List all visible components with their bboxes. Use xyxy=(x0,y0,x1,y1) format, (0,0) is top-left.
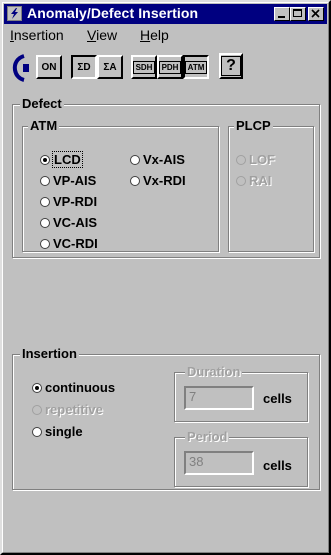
radio-vc-rdi-label: VC-RDI xyxy=(53,236,98,251)
radio-lcd-label: LCD xyxy=(52,151,83,168)
connector-plug-icon xyxy=(12,54,29,82)
radio-lcd[interactable]: LCD xyxy=(40,151,83,168)
period-unit: cells xyxy=(263,458,292,473)
menu-view[interactable]: View xyxy=(87,27,117,43)
maximize-icon xyxy=(293,9,302,17)
help-button[interactable]: ? xyxy=(219,53,243,79)
app-icon[interactable] xyxy=(7,6,22,21)
radio-repetitive[interactable]: repetitive xyxy=(32,402,103,417)
radio-vp-rdi[interactable]: VP-RDI xyxy=(40,194,97,209)
radio-vp-rdi-label: VP-RDI xyxy=(53,194,98,209)
radio-single[interactable]: single xyxy=(32,424,83,439)
radio-single-label: single xyxy=(45,424,83,439)
app-window: Anomaly/Defect Insertion Insertion View … xyxy=(0,0,331,555)
radio-indicator xyxy=(130,154,140,165)
duration-input[interactable] xyxy=(189,389,249,404)
pdh-label: PDH xyxy=(158,60,182,74)
menu-bar: Insertion View Help xyxy=(4,25,327,45)
radio-vx-rdi-label: Vx-RDI xyxy=(143,173,186,188)
title-bar[interactable]: Anomaly/Defect Insertion xyxy=(4,4,327,24)
close-icon xyxy=(311,9,320,18)
maximize-button[interactable] xyxy=(290,7,306,21)
on-label: ON xyxy=(41,61,57,73)
anomaly-toggle-button[interactable]: ΣA xyxy=(97,55,123,79)
pdh-button[interactable]: PDH xyxy=(157,55,183,79)
anomaly-toggle-label: ΣA xyxy=(103,61,117,73)
close-button[interactable] xyxy=(308,7,324,21)
plcp-group-label: PLCP xyxy=(234,118,273,133)
atm-button[interactable]: ATM xyxy=(183,55,209,79)
radio-lof[interactable]: LOF xyxy=(236,152,275,167)
help-icon: ? xyxy=(221,56,241,76)
atm-label: ATM xyxy=(184,60,208,74)
sdh-button[interactable]: SDH xyxy=(131,55,157,79)
defect-toggle-button[interactable]: ΣD xyxy=(71,55,97,79)
sdh-label: SDH xyxy=(132,60,156,74)
defect-group-label: Defect xyxy=(20,96,64,111)
radio-vp-ais-label: VP-AIS xyxy=(53,173,97,188)
menu-help[interactable]: Help xyxy=(140,27,169,43)
radio-vx-ais-label: Vx-AIS xyxy=(143,152,185,167)
radio-continuous-label: continuous xyxy=(45,380,116,395)
window-title: Anomaly/Defect Insertion xyxy=(27,5,199,21)
insertion-group-label: Insertion xyxy=(20,346,79,361)
radio-vx-ais[interactable]: Vx-AIS xyxy=(130,152,185,167)
radio-vx-rdi[interactable]: Vx-RDI xyxy=(130,173,186,188)
radio-indicator xyxy=(40,175,50,186)
radio-vc-rdi[interactable]: VC-RDI xyxy=(40,236,98,251)
period-label: Period xyxy=(185,429,230,444)
minimize-button[interactable] xyxy=(274,7,290,21)
radio-repetitive-label: repetitive xyxy=(45,402,103,417)
radio-indicator xyxy=(32,404,42,415)
radio-vc-ais[interactable]: VC-AIS xyxy=(40,215,97,230)
radio-vc-ais-label: VC-AIS xyxy=(53,215,98,230)
duration-unit: cells xyxy=(263,391,292,406)
radio-indicator xyxy=(130,175,140,186)
radio-indicator xyxy=(236,154,246,165)
radio-rai-label: RAI xyxy=(249,173,272,188)
atm-group xyxy=(22,126,219,252)
duration-label: Duration xyxy=(185,364,243,379)
period-field[interactable] xyxy=(184,451,254,475)
radio-indicator xyxy=(32,426,42,437)
radio-vp-ais[interactable]: VP-AIS xyxy=(40,173,96,188)
minimize-icon xyxy=(278,16,285,18)
duration-field[interactable] xyxy=(184,386,254,410)
plcp-group xyxy=(228,126,314,252)
menu-insertion[interactable]: Insertion xyxy=(10,27,64,43)
period-input[interactable] xyxy=(189,454,249,469)
radio-rai[interactable]: RAI xyxy=(236,173,271,188)
atm-group-label: ATM xyxy=(28,118,60,133)
toolbar: ON ΣD ΣA SDH PDH ATM ? xyxy=(4,46,327,90)
radio-continuous[interactable]: continuous xyxy=(32,380,115,395)
radio-indicator xyxy=(236,175,246,186)
radio-indicator xyxy=(40,196,50,207)
radio-indicator xyxy=(32,382,42,393)
on-button[interactable]: ON xyxy=(36,55,62,79)
radio-indicator xyxy=(40,154,50,165)
radio-indicator xyxy=(40,238,50,249)
radio-indicator xyxy=(40,217,50,228)
radio-lof-label: LOF xyxy=(249,152,275,167)
defect-toggle-label: ΣD xyxy=(77,61,91,73)
